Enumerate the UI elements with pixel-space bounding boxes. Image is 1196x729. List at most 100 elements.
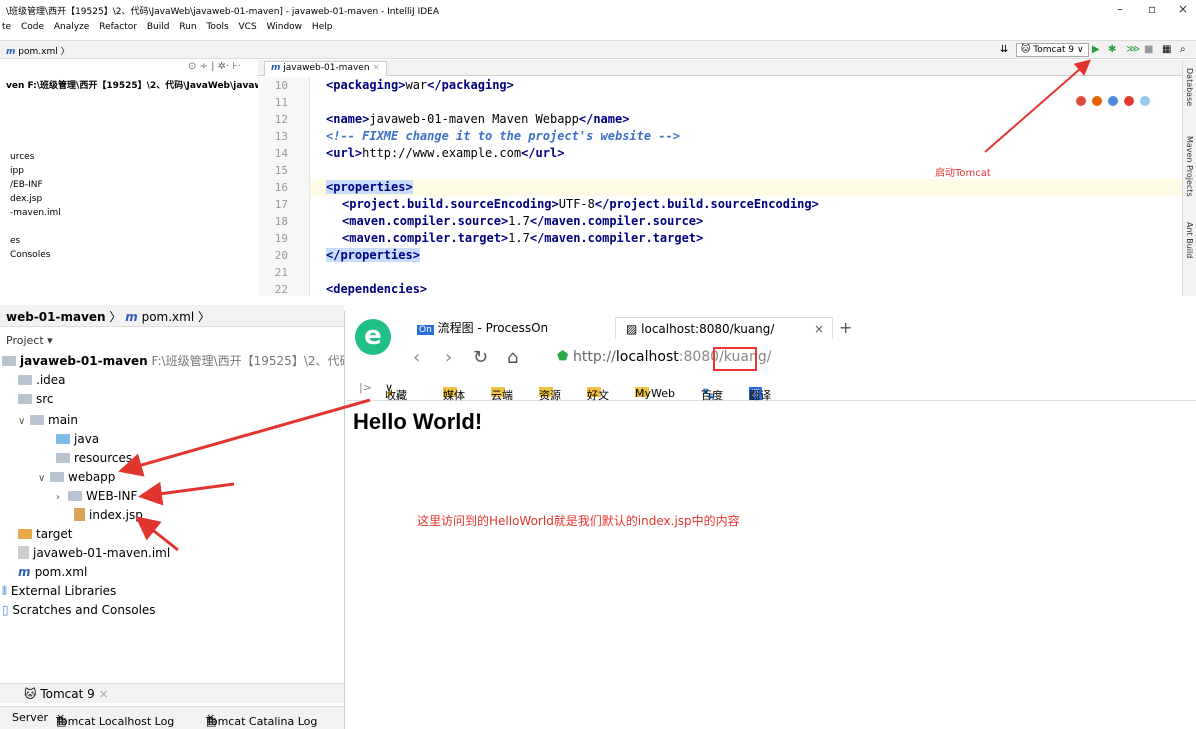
run-config-dropdown[interactable]: 🐱 Tomcat 9 ∨ [1016, 43, 1089, 57]
services-tab-tomcat[interactable]: 🐱 Tomcat 9 × [24, 687, 109, 701]
tree-item-resources[interactable]: resources [56, 449, 132, 468]
tree-label: javaweb-01-maven.iml [33, 546, 171, 560]
editor-tab-pom[interactable]: m javaweb-01-maven × [264, 61, 387, 76]
build-icon[interactable]: ⇊ [1000, 44, 1008, 55]
tree-item-main[interactable]: ∨ main [18, 411, 78, 430]
breadcrumb-file[interactable]: pom.xml [142, 310, 195, 324]
line-number: 15 [274, 164, 288, 177]
line-number: 17 [274, 198, 288, 211]
code-editor[interactable]: <packaging>war</packaging> <name>javaweb… [310, 77, 1182, 296]
tab-localhost-log[interactable]: ▤ Tomcat Localhost Log × [56, 711, 174, 728]
tree-item-src[interactable]: src [18, 390, 54, 409]
tree-item-indexjsp[interactable]: index.jsp [74, 506, 143, 525]
tree-item-iml[interactable]: javaweb-01-maven.iml [18, 544, 170, 563]
forward-icon[interactable]: › [445, 347, 452, 368]
menu-item-analyze[interactable]: Analyze [54, 22, 89, 32]
browser-tab-localhost[interactable]: ▨ localhost:8080/kuang/ × [615, 317, 833, 339]
chrome-icon[interactable] [1076, 96, 1086, 106]
tree-item-webinf[interactable]: › WEB-INF [56, 487, 137, 506]
resources-folder-icon [56, 453, 70, 463]
stop-icon[interactable]: ■ [1144, 44, 1153, 55]
opera-icon[interactable] [1124, 96, 1134, 106]
bookmark-label: 翻译 [749, 389, 771, 402]
tree-item-external-libraries[interactable]: ⫴ External Libraries [2, 582, 116, 601]
code-line: <packaging>war</packaging> [310, 77, 1182, 94]
library-icon: ⫴ [2, 584, 11, 598]
menu-item-vcs[interactable]: VCS [239, 22, 257, 32]
xml-comment: <!-- FIXME change it to the project's we… [326, 129, 681, 143]
excluded-folder-icon [18, 529, 32, 539]
tab-server[interactable]: Server [12, 711, 48, 724]
xml-tag: <properties> [326, 180, 413, 194]
tree-item[interactable]: dex.jsp [10, 194, 42, 204]
web-folder-icon [50, 472, 64, 482]
xml-tag: </properties> [326, 248, 420, 262]
close-button[interactable]: × [1178, 2, 1188, 16]
menu-item-help[interactable]: Help [312, 22, 333, 32]
home-icon[interactable]: ⌂ [507, 347, 518, 368]
refresh-icon[interactable]: ↻ [473, 347, 488, 368]
menu-item-window[interactable]: Window [267, 22, 303, 32]
tree-label: target [36, 527, 73, 541]
tree-item-idea[interactable]: .idea [18, 371, 66, 390]
ant-build-tool-tab[interactable]: Ant Build [1185, 222, 1194, 258]
debug-icon[interactable]: ✱ [1108, 44, 1116, 55]
new-tab-button[interactable]: + [839, 317, 852, 339]
database-tool-tab[interactable]: Database [1185, 68, 1194, 106]
tree-item[interactable]: urces [10, 152, 34, 162]
project-toolbar-icons[interactable]: ⊙ ÷ | ✲· ⊦· [188, 61, 241, 72]
close-tab-icon[interactable]: × [99, 687, 109, 701]
back-icon[interactable]: ‹ [413, 347, 420, 368]
tab-label: Tomcat Localhost Log [56, 715, 175, 728]
chevron-down-icon[interactable]: ∨ [18, 412, 30, 431]
tree-label: index.jsp [89, 508, 143, 522]
project-view-dropdown[interactable]: Project ▾ [6, 334, 53, 347]
tree-item-java[interactable]: java [56, 430, 99, 449]
tree-item[interactable]: es [10, 236, 20, 246]
tree-item-target[interactable]: target [18, 525, 73, 544]
intellij-window-bottom: web-01-maven 〉 m pom.xml 〉 Project ▾ jav… [0, 305, 393, 729]
breadcrumb-project[interactable]: web-01-maven [6, 310, 106, 324]
menu-item-tools[interactable]: Tools [206, 22, 228, 32]
firefox-icon[interactable] [1092, 96, 1102, 106]
close-tab-icon[interactable]: × [372, 63, 380, 73]
xml-tag: <project.build.sourceEncoding> [342, 197, 559, 211]
run-icon[interactable]: ▶ [1092, 44, 1100, 55]
breadcrumb-file[interactable]: pom.xml [18, 47, 57, 57]
line-number: 21 [274, 266, 288, 279]
browser-logo-icon[interactable]: e [355, 319, 391, 355]
tree-item-webapp[interactable]: ∨ webapp [38, 468, 115, 487]
tree-item[interactable]: ipp [10, 166, 24, 176]
maven-file-icon: m [125, 310, 138, 324]
menu-item-file[interactable]: te [2, 22, 11, 32]
tree-item-scratches[interactable]: ▯ Scratches and Consoles [2, 601, 156, 620]
bookmark-favorites[interactable]: ★ 收藏 ∨ [385, 381, 407, 402]
xml-text: 1.7 [508, 214, 530, 228]
tree-item[interactable]: Consoles [10, 250, 50, 260]
folder-icon [18, 394, 32, 404]
menu-item-refactor[interactable]: Refactor [99, 22, 137, 32]
search-icon[interactable]: ⌕ [1180, 44, 1186, 55]
tree-root-item[interactable]: javaweb-01-maven F:\班级管理\西开【19525】\2、代码\… [2, 352, 393, 371]
minimize-button[interactable]: – [1117, 2, 1123, 16]
browser-tab-processon[interactable]: On 流程图 - ProcessOn [417, 317, 548, 339]
ie-icon[interactable] [1140, 96, 1150, 106]
menu-item-code[interactable]: Code [21, 22, 44, 32]
chevron-right-icon[interactable]: › [56, 488, 68, 507]
maven-projects-tool-tab[interactable]: Maven Projects [1185, 136, 1194, 197]
tree-item[interactable]: /EB-INF [10, 180, 43, 190]
close-tab-icon[interactable]: × [814, 318, 824, 340]
code-line: <project.build.sourceEncoding>UTF-8</pro… [310, 196, 1182, 213]
safari-icon[interactable] [1108, 96, 1118, 106]
project-structure-icon[interactable]: ▦ [1162, 44, 1171, 55]
tree-item[interactable]: -maven.iml [10, 208, 61, 218]
tree-item-pom[interactable]: m pom.xml [18, 563, 87, 582]
tab-catalina-log[interactable]: ▤ Tomcat Catalina Log × [206, 711, 317, 728]
maximize-button[interactable]: ▫ [1148, 2, 1156, 16]
title-bar: \班级管理\西开【19525】\2、代码\JavaWeb\javaweb-01-… [0, 0, 1196, 20]
menu-item-build[interactable]: Build [147, 22, 170, 32]
menu-item-run[interactable]: Run [179, 22, 196, 32]
chevron-down-icon[interactable]: ∨ [38, 469, 50, 488]
sidebar-toggle-icon[interactable]: |> [359, 381, 372, 394]
coverage-icon[interactable]: ⋙ [1126, 44, 1140, 55]
